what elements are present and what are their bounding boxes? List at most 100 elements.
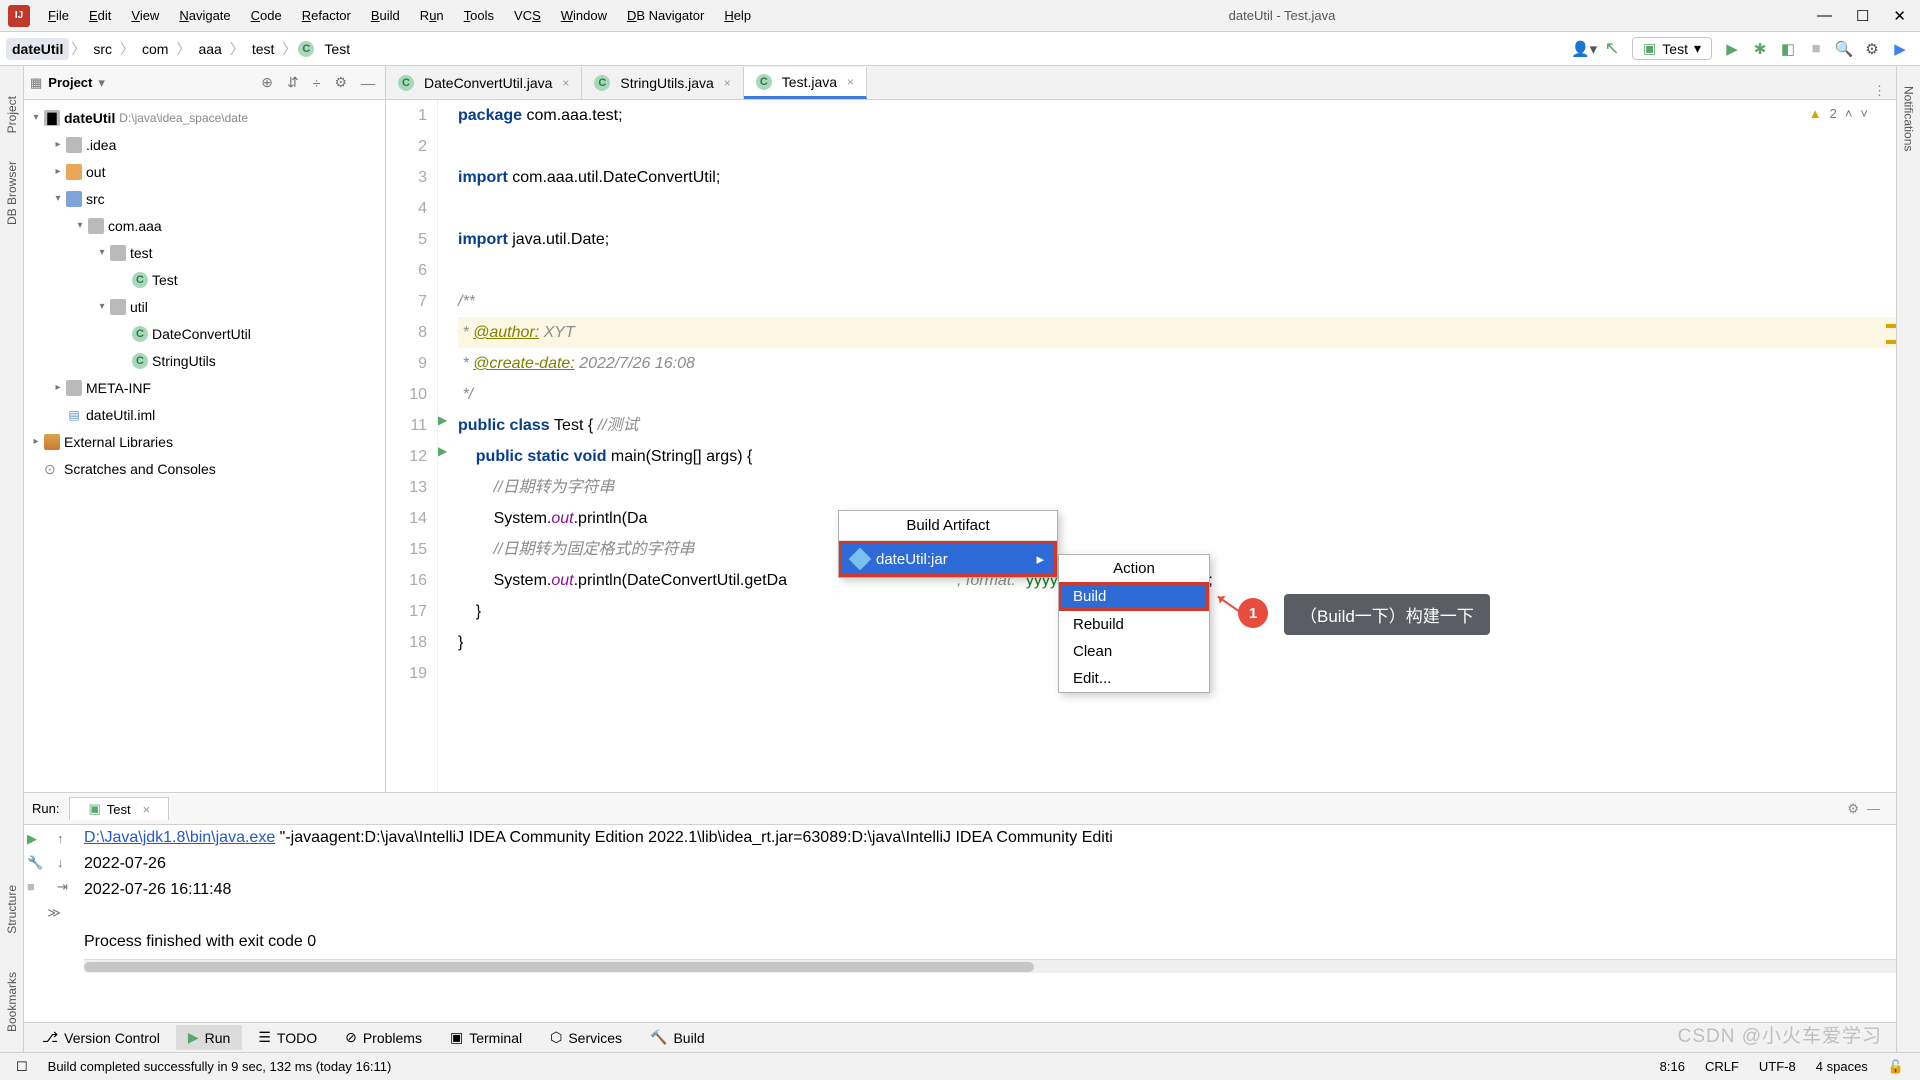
btab-vcs[interactable]: ⎇Version Control — [30, 1025, 172, 1050]
menu-build[interactable]: Build — [361, 3, 410, 28]
project-tool-tab[interactable]: Project — [5, 96, 19, 133]
structure-tool-tab[interactable]: Structure — [5, 885, 19, 934]
editor-tab[interactable]: CDateConvertUtil.java× — [386, 67, 582, 99]
menu-run[interactable]: Run — [410, 3, 454, 28]
crumb-1[interactable]: com — [136, 38, 174, 60]
up-icon[interactable]: ↑ — [57, 831, 81, 847]
close-tab-icon[interactable]: × — [847, 75, 854, 89]
crumb-0[interactable]: src — [87, 38, 118, 60]
search-icon[interactable]: 🔍 — [1830, 35, 1858, 63]
crumb-3[interactable]: test — [246, 38, 281, 60]
minimize-button[interactable]: — — [1817, 7, 1832, 25]
debug-button[interactable]: ✱ — [1746, 35, 1774, 63]
tree-row[interactable]: CTest — [24, 266, 385, 293]
menu-tools[interactable]: Tools — [454, 3, 504, 28]
editor-tab[interactable]: CTest.java× — [744, 67, 867, 99]
status-icon[interactable]: ☐ — [6, 1059, 38, 1075]
output-scrollbar[interactable] — [84, 959, 1896, 973]
more-icon[interactable]: ≫ — [47, 905, 61, 921]
run-hide-icon[interactable]: — — [1859, 801, 1888, 816]
line-sep[interactable]: CRLF — [1695, 1059, 1749, 1074]
artifact-item[interactable]: dateUtil:jar ▸ — [839, 541, 1057, 577]
run-output[interactable]: D:\Java\jdk1.8\bin\java.exe "-javaagent:… — [84, 825, 1896, 1022]
warning-marker[interactable] — [1886, 324, 1896, 328]
run-button[interactable]: ▶ — [1718, 35, 1746, 63]
tree-row[interactable]: ▾src — [24, 185, 385, 212]
select-target-icon[interactable]: ⊕ — [257, 74, 277, 91]
library-icon — [44, 434, 60, 450]
btab-services[interactable]: ⬡Services — [538, 1025, 634, 1050]
expand-icon[interactable]: ⇵ — [283, 74, 303, 91]
scratches[interactable]: Scratches and Consoles — [24, 455, 385, 482]
collapse-icon[interactable]: ÷ — [309, 75, 325, 91]
encoding[interactable]: UTF-8 — [1749, 1059, 1806, 1074]
btab-build[interactable]: 🔨Build — [638, 1025, 717, 1050]
coverage-button[interactable]: ◧ — [1774, 35, 1802, 63]
user-icon[interactable]: 👤▾ — [1570, 35, 1598, 63]
back-icon[interactable]: ↖ — [1598, 35, 1626, 63]
down-icon[interactable]: ↓ — [57, 855, 81, 871]
maximize-button[interactable]: ☐ — [1856, 7, 1869, 25]
wrap-icon[interactable]: ⇥ — [57, 879, 81, 895]
run-gutter-icon[interactable]: ▶ — [438, 413, 447, 427]
run-tab[interactable]: ▣Test× — [69, 797, 169, 820]
btab-todo[interactable]: ☰TODO — [246, 1025, 329, 1050]
tabs-more-icon[interactable]: ⋮ — [1863, 83, 1896, 99]
tree-row[interactable]: ▾test — [24, 239, 385, 266]
bookmarks-tool-tab[interactable]: Bookmarks — [5, 972, 19, 1032]
run-gutter-icon[interactable]: ▶ — [438, 444, 447, 458]
stop-icon[interactable]: ■ — [27, 879, 51, 895]
menu-refactor[interactable]: Refactor — [292, 3, 361, 28]
caret-pos[interactable]: 8:16 — [1650, 1059, 1695, 1074]
action-clean[interactable]: Clean — [1059, 638, 1209, 665]
crumb-4[interactable]: Test — [318, 38, 356, 60]
close-tab-icon[interactable]: × — [562, 76, 569, 90]
gear-icon[interactable]: ⚙ — [330, 74, 351, 91]
indent[interactable]: 4 spaces — [1806, 1059, 1878, 1074]
hide-panel-icon[interactable]: — — [357, 75, 379, 91]
rerun-icon[interactable]: ▶ — [27, 831, 51, 847]
editor-tab[interactable]: CStringUtils.java× — [582, 67, 743, 99]
menu-navigate[interactable]: Navigate — [169, 3, 240, 28]
readonly-icon[interactable]: 🔓 — [1878, 1059, 1914, 1075]
notifications-tool-tab[interactable]: Notifications — [1902, 86, 1916, 151]
btab-problems[interactable]: ⊘Problems — [333, 1025, 434, 1050]
tree-row[interactable]: ▸.idea — [24, 131, 385, 158]
crumb-project[interactable]: dateUtil — [6, 38, 69, 60]
wrench-icon[interactable]: 🔧 — [27, 855, 51, 871]
menu-help[interactable]: Help — [714, 3, 761, 28]
menu-vcs[interactable]: VCS — [504, 3, 551, 28]
run-settings-icon[interactable]: ⚙ — [1847, 801, 1859, 817]
tree-row[interactable]: ▾com.aaa — [24, 212, 385, 239]
tree-row[interactable]: ▸META-INF — [24, 374, 385, 401]
assist-icon[interactable]: ▶ — [1886, 35, 1914, 63]
action-build[interactable]: Build — [1059, 582, 1209, 611]
tree-row[interactable]: ▸out — [24, 158, 385, 185]
action-rebuild[interactable]: Rebuild — [1059, 611, 1209, 638]
close-button[interactable]: ✕ — [1893, 7, 1906, 25]
class-icon: C — [132, 326, 148, 342]
warning-marker[interactable] — [1886, 340, 1896, 344]
tree-row[interactable]: CStringUtils — [24, 347, 385, 374]
menu-file[interactable]: File — [38, 3, 79, 28]
stop-button[interactable]: ■ — [1802, 35, 1830, 63]
crumb-2[interactable]: aaa — [192, 38, 227, 60]
dbbrowser-tool-tab[interactable]: DB Browser — [5, 161, 19, 225]
menu-dbnav[interactable]: DB Navigator — [617, 3, 714, 28]
tree-row[interactable]: CDateConvertUtil — [24, 320, 385, 347]
btab-run[interactable]: ▶Run — [176, 1025, 242, 1050]
close-tab-icon[interactable]: × — [724, 76, 731, 90]
menu-code[interactable]: Code — [241, 3, 292, 28]
btab-terminal[interactable]: ▣Terminal — [438, 1025, 534, 1050]
tree-row[interactable]: ▾util — [24, 293, 385, 320]
menu-view[interactable]: View — [121, 3, 169, 28]
action-edit[interactable]: Edit... — [1059, 665, 1209, 692]
run-config-select[interactable]: ▣Test▾ — [1632, 37, 1712, 60]
tree-row[interactable]: ▤dateUtil.iml — [24, 401, 385, 428]
settings-icon[interactable]: ⚙ — [1858, 35, 1886, 63]
tree-root[interactable]: ▾▇ dateUtil D:\java\idea_space\date — [24, 104, 385, 131]
menu-window[interactable]: Window — [551, 3, 617, 28]
external-libraries[interactable]: ▸ External Libraries — [24, 428, 385, 455]
menu-edit[interactable]: Edit — [79, 3, 121, 28]
main-menu: File Edit View Navigate Code Refactor Bu… — [38, 3, 761, 28]
